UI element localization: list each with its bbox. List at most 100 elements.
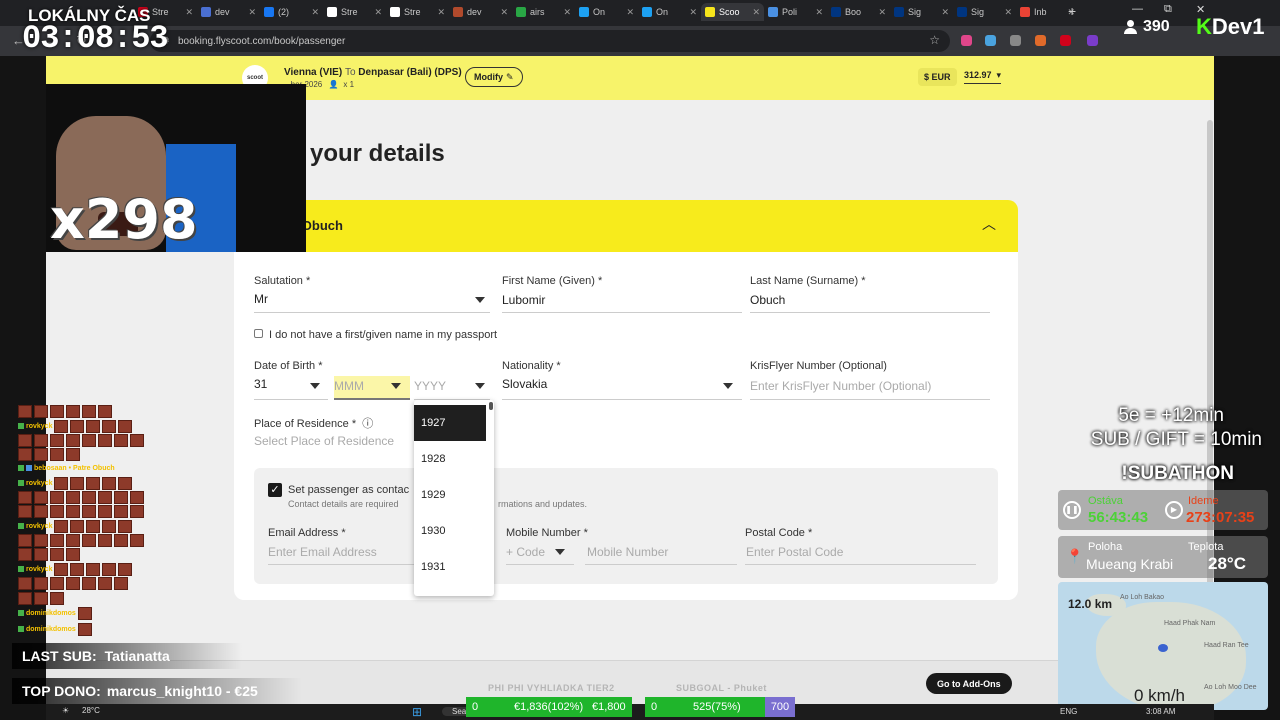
krisflyer-field[interactable]: Enter KrisFlyer Number (Optional) (750, 379, 931, 393)
year-option[interactable]: 1927 (414, 405, 486, 441)
email-field[interactable]: Enter Email Address (268, 545, 377, 559)
chevron-down-icon[interactable] (555, 549, 565, 555)
new-tab-button[interactable]: + (1068, 3, 1076, 19)
mobile-field[interactable]: Mobile Number (587, 545, 668, 559)
extension-icon[interactable] (961, 35, 972, 46)
close-tab-icon[interactable]: ✕ (185, 7, 193, 18)
browser-tab[interactable]: (2) ✕ (260, 3, 323, 21)
dob-day-select[interactable]: 31 (254, 377, 267, 391)
chevron-down-icon[interactable] (723, 383, 733, 389)
taskbar-lang[interactable]: ENG (1060, 707, 1077, 716)
year-option[interactable]: 1931 (414, 549, 486, 585)
krisflyer-label: KrisFlyer Number (Optional) (750, 360, 887, 372)
extension-icon[interactable] (1010, 35, 1021, 46)
browser-tab[interactable]: airs ✕ (512, 3, 575, 21)
dropdown-scrollbar[interactable] (489, 402, 493, 410)
divider (502, 312, 742, 313)
goal-left-value: 0 (472, 701, 479, 713)
browser-tab[interactable]: Stre ✕ (386, 3, 449, 21)
chat-message (18, 447, 80, 461)
taskbar-clock[interactable]: 3:08 AM (1146, 707, 1175, 716)
close-tab-icon[interactable]: ✕ (626, 7, 634, 18)
chevron-down-icon[interactable] (310, 383, 320, 389)
chat-message: rovkyck (18, 519, 133, 533)
year-option[interactable]: 1929 (414, 477, 486, 513)
close-tab-icon[interactable]: ✕ (815, 7, 823, 18)
modify-button[interactable]: Modify ✎ (465, 67, 523, 87)
close-tab-icon[interactable]: ✕ (374, 7, 382, 18)
close-tab-icon[interactable]: ✕ (689, 7, 697, 18)
webcam-overlay: x298 (46, 84, 306, 252)
info-icon[interactable]: ⓘ (359, 418, 373, 430)
year-option[interactable]: 1928 (414, 441, 486, 477)
close-tab-icon[interactable]: ✕ (878, 7, 886, 18)
browser-tab[interactable]: dev ✕ (449, 3, 512, 21)
close-tab-icon[interactable]: ✕ (941, 7, 949, 18)
close-tab-icon[interactable]: ✕ (1004, 7, 1012, 18)
close-tab-icon[interactable]: ✕ (437, 7, 445, 18)
viewer-count: 390 (1124, 18, 1170, 36)
postal-field[interactable]: Enter Postal Code (746, 545, 843, 559)
browser-tab[interactable]: Boo ✕ (827, 3, 890, 21)
salutation-select[interactable]: Mr (254, 292, 268, 306)
pause-icon: ❚❚ (1063, 501, 1081, 519)
first-name-label: First Name (Given) * (502, 275, 603, 287)
browser-tab[interactable]: Scoo ✕ (701, 3, 764, 21)
browser-tab[interactable]: On ✕ (638, 3, 701, 21)
sub-rule-sub: SUB / GIFT = 10min (1090, 429, 1262, 450)
extension-icon[interactable] (1035, 35, 1046, 46)
windows-start-icon[interactable]: ⊞ (412, 705, 422, 719)
chevron-down-icon[interactable] (391, 383, 401, 389)
close-tab-icon[interactable]: ✕ (311, 7, 319, 18)
minimize-button[interactable]: — (1132, 3, 1143, 15)
year-dropdown[interactable]: 1927 1928 1929 1930 1931 (414, 400, 494, 596)
extension-icon[interactable] (1060, 35, 1071, 46)
browser-tab[interactable]: Sig ✕ (953, 3, 1016, 21)
chevron-down-icon[interactable] (475, 297, 485, 303)
weather-icon[interactable]: ☀ (62, 706, 69, 715)
country-code-select[interactable]: + Code (506, 545, 545, 559)
divider (745, 564, 976, 565)
price-toggle[interactable]: 312.97 ▾ (964, 70, 1002, 84)
extension-icon[interactable] (1087, 35, 1098, 46)
browser-tab[interactable]: On ✕ (575, 3, 638, 21)
close-tab-icon[interactable]: ✕ (500, 7, 508, 18)
last-name-field[interactable]: Obuch (750, 293, 785, 307)
go-to-addons-button[interactable]: Go to Add-Ons (926, 673, 1012, 694)
first-name-field[interactable]: Lubomir (502, 293, 545, 307)
pencil-icon: ✎ (506, 71, 514, 82)
chat-message: dominikdomos (18, 622, 92, 636)
chevron-down-icon[interactable] (475, 383, 485, 389)
browser-tab[interactable]: dev ✕ (197, 3, 260, 21)
dob-year-select[interactable]: YYYY (414, 379, 446, 393)
residence-select[interactable]: Select Place of Residence (254, 434, 394, 448)
last-sub-banner: LAST SUB: Tatianatta (12, 643, 242, 669)
close-tab-icon[interactable]: ✕ (752, 7, 760, 18)
extension-icon[interactable] (985, 35, 996, 46)
no-first-name-checkbox[interactable] (254, 329, 263, 338)
browser-tab[interactable]: Stre ✕ (323, 3, 386, 21)
bookmark-star-icon[interactable]: ☆ (929, 33, 940, 47)
currency-selector[interactable]: $ EUR (918, 68, 957, 86)
residence-label: Place of Residence * ⓘ (254, 415, 373, 431)
map-label: Haad Ran Tee (1204, 642, 1249, 649)
donation-goal-bar: 0 €1,836(102%) €1,800 (466, 697, 632, 717)
year-option[interactable]: 1930 (414, 513, 486, 549)
chevron-up-icon[interactable]: ︿ (982, 214, 996, 234)
close-tab-icon[interactable]: ✕ (248, 7, 256, 18)
passenger-accordion-header[interactable]: omir Obuch ︿ (234, 200, 1018, 252)
brand-name: Dev1 (1211, 14, 1265, 39)
dob-label: Date of Birth * (254, 360, 323, 372)
tab-label: Inb (1034, 7, 1047, 17)
contact-checkbox[interactable]: ✓ (268, 483, 282, 497)
address-bar[interactable]: ⚙ booking.flyscoot.com/book/passenger ☆ (150, 30, 950, 52)
tab-favicon-icon (957, 7, 967, 17)
tab-label: Stre (341, 7, 358, 17)
browser-tab[interactable]: Poli ✕ (764, 3, 827, 21)
close-tab-icon[interactable]: ✕ (563, 7, 571, 18)
nationality-select[interactable]: Slovakia (502, 377, 547, 391)
maximize-button[interactable]: ⧉ (1164, 3, 1172, 16)
tab-favicon-icon (327, 7, 337, 17)
browser-tab[interactable]: Sig ✕ (890, 3, 953, 21)
postal-label: Postal Code * (745, 527, 813, 539)
